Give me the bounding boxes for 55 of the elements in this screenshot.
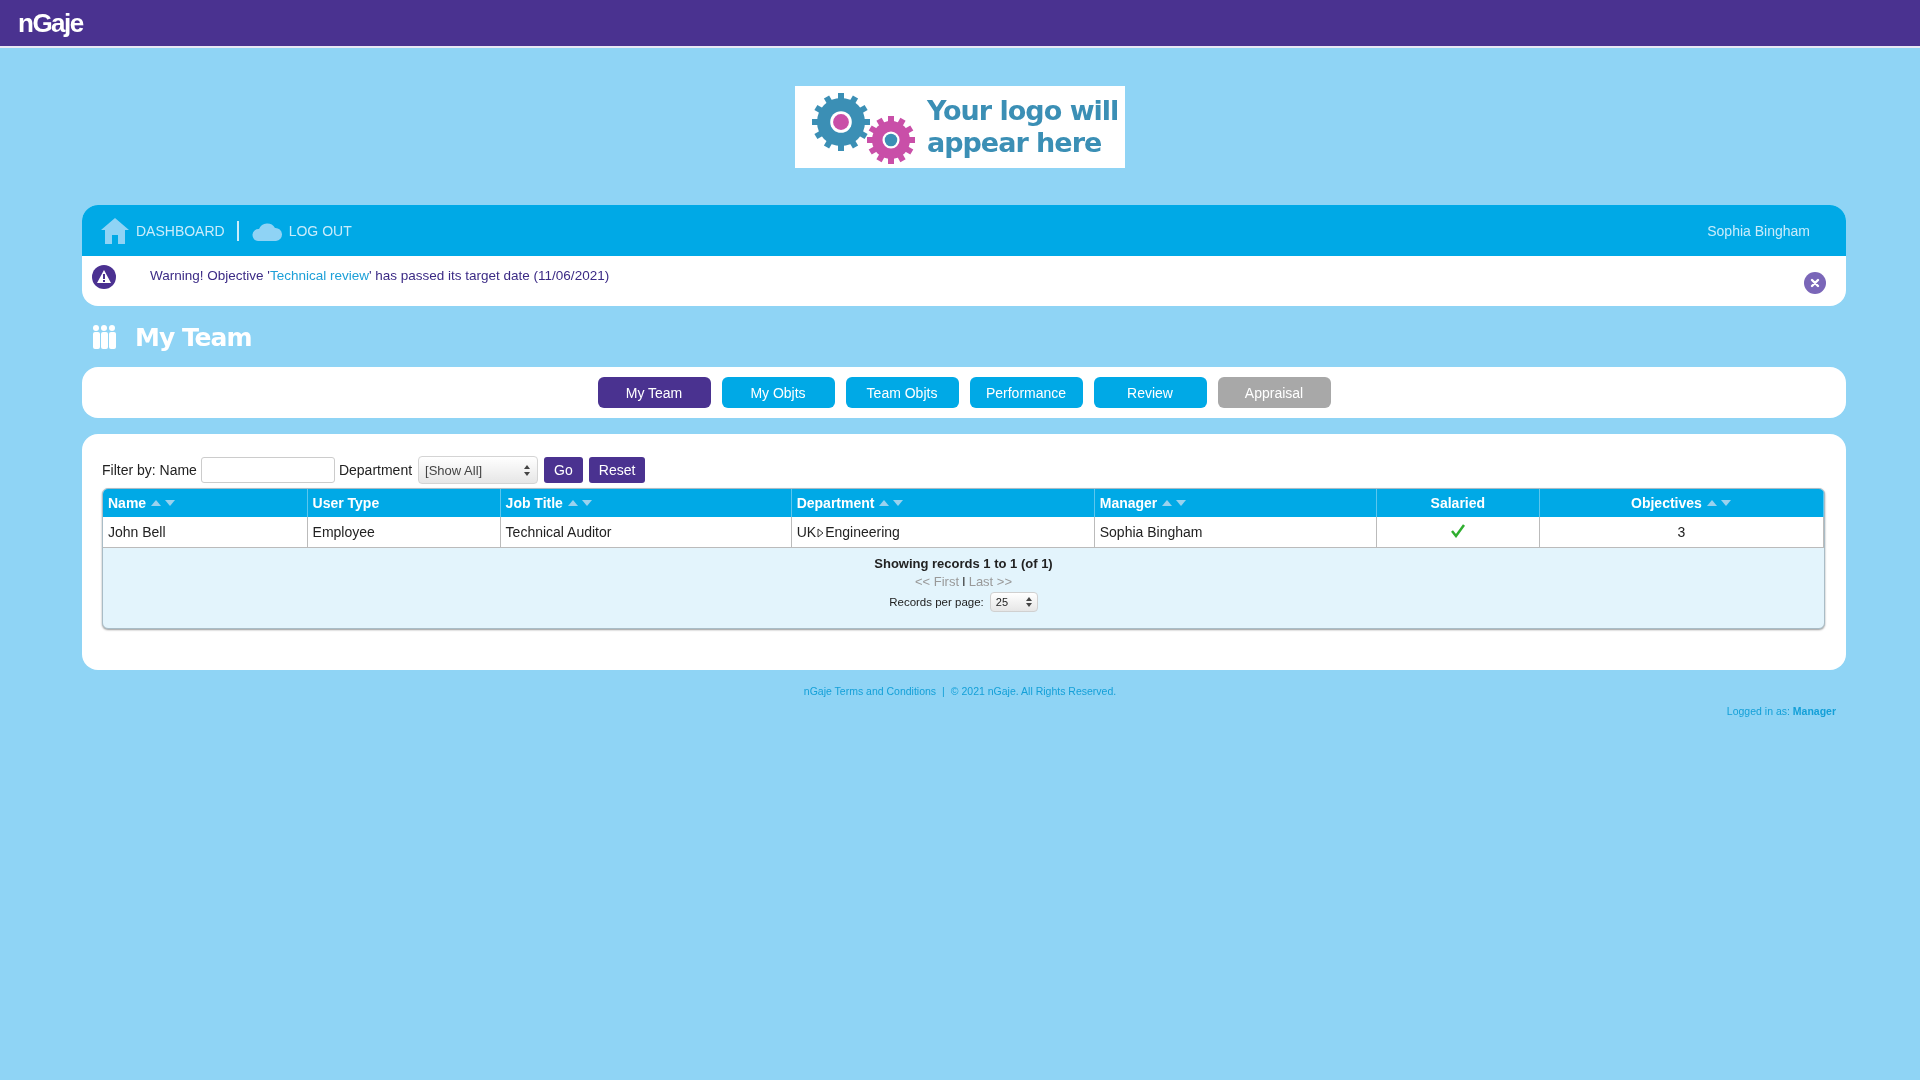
records-summary: Showing records 1 to 1 (of 1) <box>874 556 1053 571</box>
first-page-link[interactable]: << First <box>914 574 960 589</box>
warning-icon <box>92 265 116 289</box>
logout-link[interactable]: LOG OUT <box>250 218 352 243</box>
column-header[interactable]: Manager <box>1094 489 1377 517</box>
updown-icon <box>1025 597 1032 607</box>
table-cell: John Bell <box>103 517 308 548</box>
column-header: Salaried <box>1376 489 1540 517</box>
go-button[interactable]: Go <box>544 457 583 483</box>
column-header[interactable]: Department <box>791 489 1095 517</box>
warning-message: Warning! Objective 'Technical review' has passed its target date (11/06/2021) <box>150 268 610 283</box>
tab[interactable]: Performance <box>969 377 1083 408</box>
brand-logo: nGaje <box>18 7 83 39</box>
copyright-text: © 2021 nGaje. All Rights Reserved. <box>950 685 1117 697</box>
logo-text: Your logo will <box>927 95 1119 127</box>
sort-arrows-icon <box>1161 498 1188 508</box>
close-button[interactable] <box>1804 272 1826 294</box>
table-cell: Technical Auditor <box>500 517 792 548</box>
footer-separator: | <box>942 685 945 697</box>
chevron-icon <box>817 528 825 538</box>
tab[interactable]: Review <box>1093 377 1207 408</box>
per-page-dropdown[interactable]: 25 <box>989 592 1038 612</box>
updown-icon <box>523 463 532 477</box>
per-page-label: Records per page: <box>889 596 984 608</box>
last-page-link[interactable]: Last >> <box>968 574 1013 589</box>
filter-label: Filter by: Name <box>102 462 197 478</box>
tab[interactable]: My Team <box>597 377 711 408</box>
user-name: Sophia Bingham <box>1707 222 1810 239</box>
table-cell: UK Engineering <box>791 517 1095 548</box>
column-header: User Type <box>307 489 501 517</box>
column-header[interactable]: Job Title <box>500 489 792 517</box>
table-cell: Employee <box>307 517 501 548</box>
filter-label: Department <box>338 462 413 478</box>
table-cell: 3 <box>1539 517 1824 548</box>
terms-link[interactable]: nGaje Terms and Conditions <box>803 685 937 697</box>
logged-in-text: Logged in as: Manager <box>1726 705 1836 717</box>
table-cell: Sophia Bingham <box>1094 517 1377 548</box>
reset-button[interactable]: Reset <box>588 457 646 483</box>
tab[interactable]: My Objts <box>721 377 835 408</box>
column-header[interactable]: Name <box>103 489 308 517</box>
column-header[interactable]: Objectives <box>1539 489 1824 517</box>
department-dropdown[interactable]: [Show All] <box>418 456 539 484</box>
close-icon <box>1809 277 1821 289</box>
home-icon <box>100 215 130 246</box>
tab[interactable]: Team Objts <box>845 377 959 408</box>
sort-arrows-icon <box>878 498 905 508</box>
sort-arrows-icon <box>1705 498 1732 508</box>
name-field[interactable] <box>200 457 335 483</box>
pager-separator: I <box>962 574 966 589</box>
page-title: My Team <box>135 322 252 352</box>
sort-arrows-icon <box>566 498 593 508</box>
logo-text: appear here <box>927 127 1103 159</box>
sort-arrows-icon <box>150 498 177 508</box>
dashboard-link[interactable]: DASHBOARD <box>100 215 225 246</box>
team-icon <box>92 324 117 350</box>
